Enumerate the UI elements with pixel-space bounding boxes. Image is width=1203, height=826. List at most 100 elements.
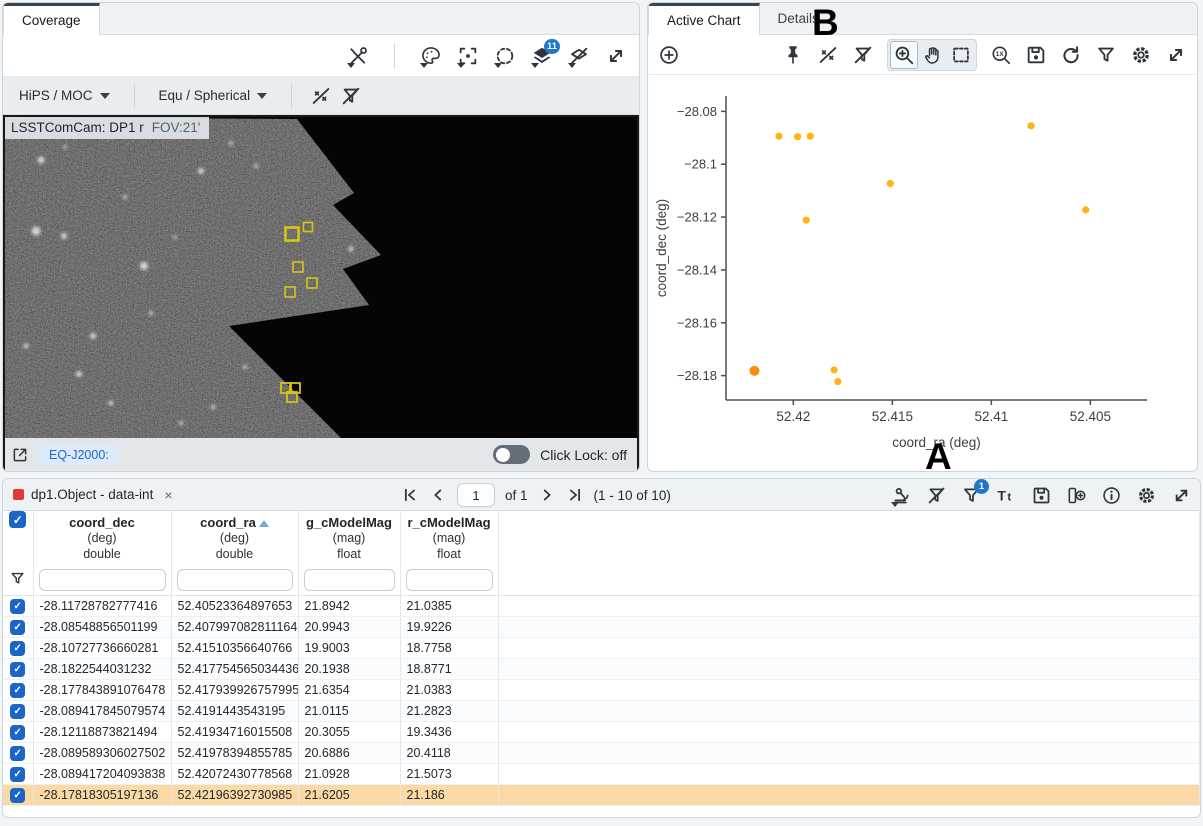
filter-input-r_cModelMag[interactable] [405, 568, 493, 591]
sky-image-viewer[interactable]: LSSTComCam: DP1 r FOV:21' [5, 117, 637, 438]
layers-off-icon[interactable] [568, 45, 590, 68]
expand-icon[interactable] [1165, 44, 1187, 66]
table-row[interactable]: ✓ -28.1822544031232 52.417754565034436 20.1… [3, 658, 1200, 680]
table-cell[interactable]: 52.4191443543195 [171, 700, 299, 722]
tab-coverage[interactable]: Coverage [3, 3, 100, 35]
scatter-chart[interactable]: −28.08 −28.1 −28.12 −28.14 −28.16 −28.18 52.42… [648, 75, 1197, 471]
marker-off-icon[interactable] [817, 44, 839, 66]
table-settings-icon[interactable] [1136, 485, 1157, 506]
tools-icon[interactable] [347, 45, 369, 68]
tab-active-chart[interactable]: Active Chart [648, 3, 760, 35]
last-page-icon[interactable] [566, 486, 584, 504]
table-cell[interactable]: 18.8771 [400, 658, 499, 680]
table-cell[interactable]: 21.0115 [298, 700, 401, 722]
table-cell[interactable]: 20.1938 [298, 658, 401, 680]
expand-icon[interactable] [605, 45, 627, 67]
save-table-icon[interactable] [1031, 485, 1052, 506]
text-options-icon[interactable]: Tt [996, 485, 1017, 506]
table-cell[interactable]: 21.5073 [400, 763, 499, 785]
table-row[interactable]: ✓ -28.11728782777416 52.40523364897653 21.8… [3, 595, 1200, 617]
click-lock-toggle[interactable] [493, 445, 531, 464]
select-all-checkbox[interactable]: ✓ [9, 511, 27, 528]
table-cell[interactable]: -28.11728782777416 [33, 595, 172, 617]
save-chart-icon[interactable] [1025, 44, 1047, 66]
row-checkbox[interactable]: ✓ [10, 640, 26, 656]
row-checkbox[interactable]: ✓ [10, 703, 26, 719]
chart-settings-icon[interactable] [1130, 44, 1152, 66]
table-cell[interactable]: -28.08548856501199 [33, 616, 172, 638]
table-cell[interactable]: 21.6205 [298, 784, 401, 806]
column-header-r_cModelMag[interactable]: r_cModelMag (mag) float [400, 511, 499, 565]
zoom-mode-icon[interactable] [890, 40, 918, 69]
analyze-icon[interactable] [891, 485, 912, 507]
table-cell[interactable]: 21.0383 [400, 679, 499, 701]
info-icon[interactable] [1101, 485, 1122, 506]
table-cell[interactable]: 19.3436 [400, 721, 499, 743]
table-row[interactable]: ✓ -28.089417204093838 52.42072430778568 21.… [3, 763, 1200, 785]
table-cell[interactable]: -28.10727736660281 [33, 637, 172, 659]
row-checkbox[interactable]: ✓ [10, 724, 26, 740]
color-palette-icon[interactable] [420, 45, 442, 68]
table-cell[interactable]: 21.6354 [298, 679, 401, 701]
table-cell[interactable]: 18.7758 [400, 637, 499, 659]
pin-chart-icon[interactable] [782, 44, 804, 66]
table-cell[interactable]: 52.417754565034436 [171, 658, 299, 680]
expand-icon[interactable] [1171, 485, 1192, 506]
column-header-g_cModelMag[interactable]: g_cModelMag (mag) float [298, 511, 401, 565]
table-cell[interactable]: -28.177843891076478 [33, 679, 172, 701]
table-cell[interactable]: 20.6886 [298, 742, 401, 764]
table-cell[interactable]: 21.0928 [298, 763, 401, 785]
column-header-coord_dec[interactable]: coord_dec (deg) double [33, 511, 172, 565]
filter-off-icon[interactable] [852, 44, 874, 66]
pan-mode-icon[interactable] [920, 42, 946, 68]
table-row[interactable]: ✓ -28.12118873821494 52.41934716015508 20.3… [3, 721, 1200, 743]
filter-input-coord_ra[interactable] [176, 568, 293, 591]
table-tab[interactable]: dp1.Object - data-int × [13, 487, 173, 503]
table-cell[interactable]: 52.41934716015508 [171, 721, 299, 743]
row-checkbox[interactable]: ✓ [10, 766, 26, 782]
restore-chart-icon[interactable] [1060, 44, 1082, 66]
filter-off-icon[interactable] [926, 485, 947, 506]
layers-icon[interactable]: 11 [531, 38, 560, 68]
recenter-icon[interactable] [457, 45, 479, 68]
expand-viewer-icon[interactable] [11, 446, 29, 464]
table-cell[interactable]: 21.2823 [400, 700, 499, 722]
table-row[interactable]: ✓ -28.089417845079574 52.4191443543195 21.0… [3, 700, 1200, 722]
filter-input-coord_dec[interactable] [38, 568, 166, 591]
filter-icon[interactable]: 1 [961, 479, 989, 506]
table-row[interactable]: ✓ -28.17818305197136 52.42196392730985 21.6… [3, 784, 1200, 806]
row-checkbox[interactable]: ✓ [10, 598, 26, 614]
table-row[interactable]: ✓ -28.177843891076478 52.417939926757995 21… [3, 679, 1200, 701]
add-column-icon[interactable] [1066, 485, 1087, 506]
add-chart-icon[interactable] [658, 44, 680, 66]
coordinate-readout[interactable]: EQ-J2000: [39, 444, 119, 465]
table-cell[interactable]: 19.9003 [298, 637, 401, 659]
table-cell[interactable]: -28.1822544031232 [33, 658, 172, 680]
zoom-original-icon[interactable]: 1X [990, 44, 1012, 66]
row-checkbox[interactable]: ✓ [10, 745, 26, 761]
filter-icon[interactable] [1095, 44, 1117, 66]
filter-off-icon[interactable] [340, 85, 362, 107]
hips-moc-dropdown[interactable]: HiPS / MOC [13, 88, 116, 103]
table-cell[interactable]: 21.8942 [298, 595, 401, 617]
table-cell[interactable]: 21.186 [400, 784, 499, 806]
projection-dropdown[interactable]: Equ / Spherical [153, 88, 274, 103]
table-cell[interactable]: 52.417939926757995 [171, 679, 299, 701]
table-cell[interactable]: -28.089589306027502 [33, 742, 172, 764]
table-cell[interactable]: 52.407997082811164 [171, 616, 299, 638]
column-header-coord_ra[interactable]: coord_ra (deg) double [171, 511, 299, 565]
table-row[interactable]: ✓ -28.08548856501199 52.407997082811164 20.… [3, 616, 1200, 638]
table-cell[interactable]: 52.41978394855785 [171, 742, 299, 764]
row-checkbox[interactable]: ✓ [10, 682, 26, 698]
marker-off-icon[interactable] [310, 85, 332, 107]
table-cell[interactable]: -28.089417204093838 [33, 763, 172, 785]
table-cell[interactable]: 21.0385 [400, 595, 499, 617]
row-checkbox[interactable]: ✓ [10, 619, 26, 635]
row-checkbox[interactable]: ✓ [10, 787, 26, 803]
table-cell[interactable]: 20.4118 [400, 742, 499, 764]
table-cell[interactable]: 52.42072430778568 [171, 763, 299, 785]
table-row[interactable]: ✓ -28.089589306027502 52.41978394855785 20.… [3, 742, 1200, 764]
row-checkbox[interactable]: ✓ [10, 661, 26, 677]
table-cell[interactable]: -28.17818305197136 [33, 784, 172, 806]
table-cell[interactable]: -28.089417845079574 [33, 700, 172, 722]
